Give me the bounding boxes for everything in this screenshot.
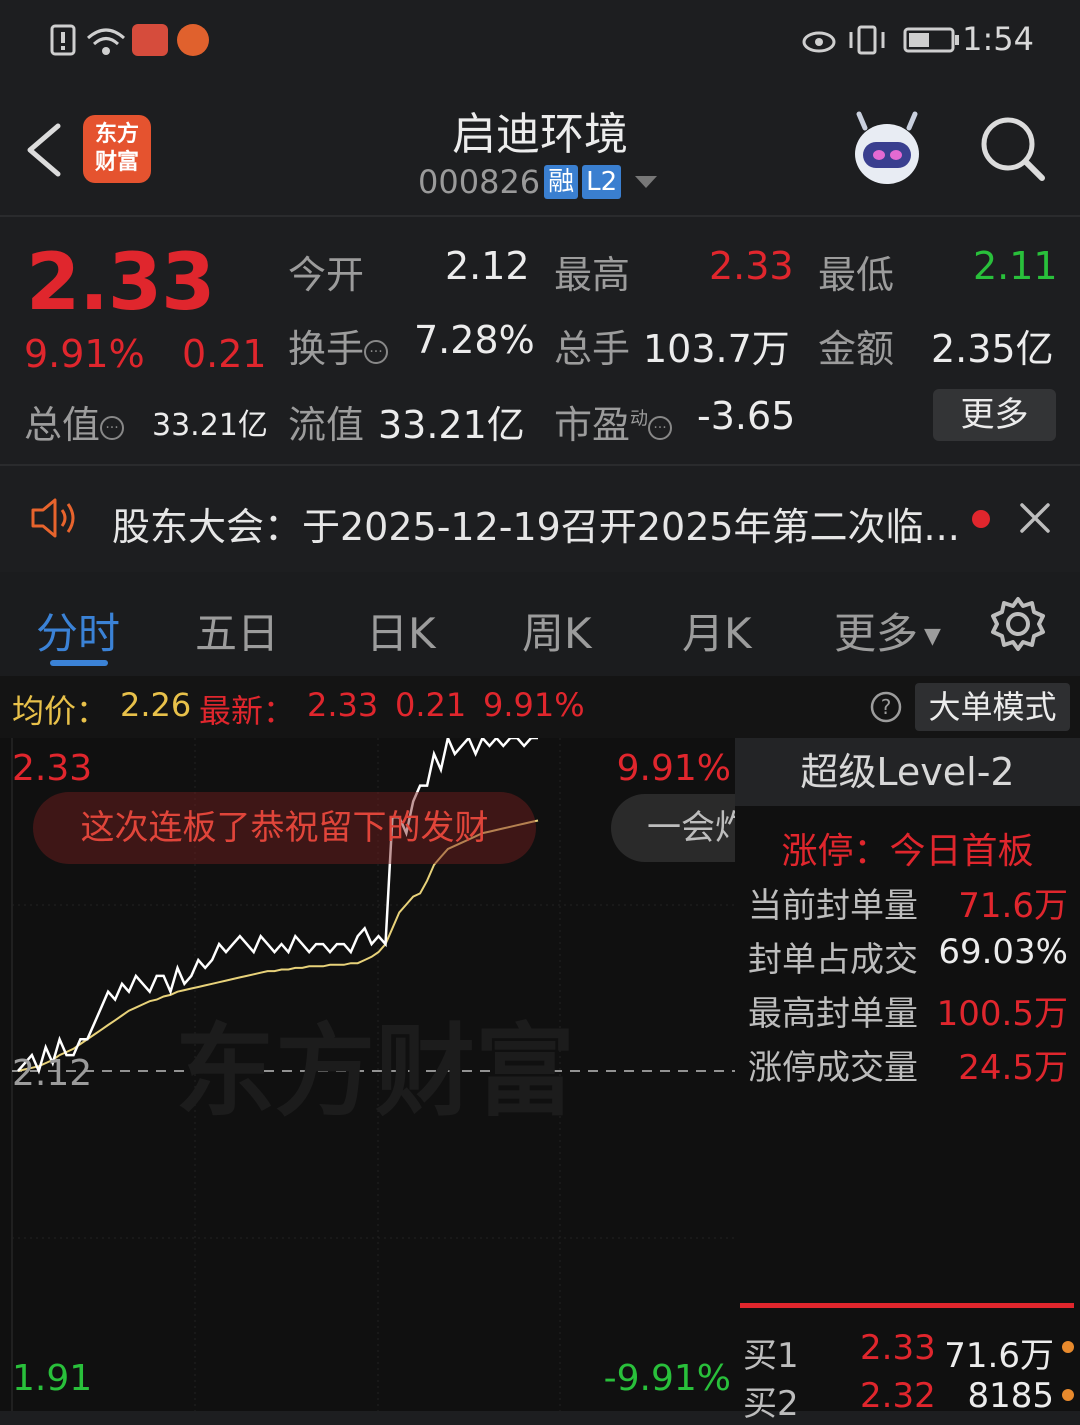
tab-five-day[interactable]: 五日: [195, 600, 279, 661]
low-label: 最低: [818, 253, 895, 297]
stock-code: 000826: [418, 163, 541, 201]
gear-icon[interactable]: [990, 596, 1046, 652]
y-bottom-label: 1.91: [12, 1358, 93, 1399]
divider: [0, 215, 1080, 217]
open-label: 今开: [288, 253, 365, 297]
bid1-label: 买1: [743, 1336, 799, 1376]
current-price: 2.33: [26, 238, 215, 328]
bid1-indicator: [1062, 1341, 1074, 1353]
bid-ask-divider: [740, 1303, 1074, 1308]
mktcap-label: 总值 ···: [24, 394, 125, 449]
pe-value: -3.65: [697, 394, 796, 438]
volume-value: 103.7万: [643, 327, 790, 371]
limit-up-status: 涨停：今日首板: [781, 831, 1034, 872]
stock-header: 东方 财富 启迪环境 000826 融 L2: [0, 82, 1080, 215]
y-top-label: 2.33: [12, 748, 93, 789]
active-tab-indicator: [50, 660, 108, 666]
open-value: 2.12: [445, 244, 530, 288]
pct-top-label: 9.91%: [616, 748, 731, 789]
bid1-volume: 71.6万: [944, 1336, 1054, 1376]
tab-intraday[interactable]: 分时: [36, 600, 120, 661]
huawei-app-icon: [132, 24, 168, 56]
bid2-price: 2.32: [860, 1376, 936, 1416]
status-time: 1:54: [962, 20, 1034, 58]
margin-tag: 融: [544, 165, 579, 199]
level2-title[interactable]: 超级Level-2: [735, 738, 1080, 806]
unread-dot: [972, 510, 990, 528]
level2-tag: L2: [582, 165, 622, 199]
close-icon[interactable]: [1019, 502, 1051, 534]
low-value: 2.11: [973, 244, 1058, 288]
amount-label: 金额: [818, 327, 895, 371]
tab-more[interactable]: 更多 ▼: [834, 600, 941, 661]
tab-weekly-k[interactable]: 周K: [522, 600, 592, 661]
limit-volume-label: 涨停成交量: [748, 1048, 918, 1088]
seal-volume-label: 当前封单量: [748, 886, 918, 926]
float-label: 流值: [288, 403, 365, 447]
amount-value: 2.35亿: [931, 327, 1054, 371]
status-bar: 1:54: [0, 0, 1080, 82]
intraday-chart[interactable]: 东方财富 2.33 2.12 1.91 9.91% -9.91% 这次连板了恭祝…: [0, 738, 735, 1411]
eye-comfort-icon: [802, 31, 836, 53]
bid1-price: 2.33: [860, 1328, 936, 1368]
latest-percent: 9.91%: [483, 686, 585, 724]
bid2-label: 买2: [743, 1384, 799, 1424]
speaker-icon: [31, 498, 75, 538]
tab-monthly-k[interactable]: 月K: [682, 600, 752, 661]
period-tabs: 分时 五日 日K 周K 月K 更多 ▼: [0, 572, 1080, 676]
avg-label: 均价：: [12, 692, 109, 730]
search-icon[interactable]: [978, 114, 1048, 184]
big-order-mode-button[interactable]: 大单模式: [915, 683, 1070, 731]
turnover-value: 7.28%: [414, 318, 535, 362]
max-seal-value: 100.5万: [936, 994, 1068, 1034]
vibrate-icon: [849, 25, 885, 55]
change-amount: 0.21: [182, 332, 267, 376]
avg-value: 2.26: [120, 686, 192, 724]
announcement-text: 股东大会：于2025-12-19召开2025年第二次临...: [112, 505, 960, 549]
seal-ratio-value: 69.03%: [938, 932, 1068, 972]
wifi-icon: [87, 28, 125, 55]
seal-ratio-label: 封单占成交: [748, 940, 918, 980]
pct-bottom-label: -9.91%: [603, 1358, 731, 1399]
tab-daily-k[interactable]: 日K: [366, 600, 436, 661]
seal-volume-value: 71.6万: [958, 886, 1068, 926]
comment-bubble[interactable]: 一会炸: [611, 794, 735, 862]
latest-change: 0.21: [395, 686, 467, 724]
info-dots-icon[interactable]: ···: [100, 415, 125, 440]
chart-info-bar: 均价： 2.26 最新： 2.33 0.21 9.91% ? 大单模式: [0, 676, 1080, 738]
high-value: 2.33: [709, 244, 794, 288]
robot-assistant-icon[interactable]: [845, 108, 929, 192]
sim-alert-icon: [50, 24, 76, 56]
more-button[interactable]: 更多: [933, 389, 1056, 441]
bid2-volume: 8185: [967, 1376, 1054, 1416]
chevron-down-icon[interactable]: [635, 176, 658, 188]
change-percent: 9.91%: [24, 332, 145, 376]
max-seal-label: 最高封单量: [748, 994, 918, 1034]
app-notification-icon: [177, 24, 209, 56]
mktcap-value: 33.21亿: [152, 408, 268, 443]
latest-value: 2.33: [307, 686, 379, 724]
caret-down-icon: ▼: [924, 624, 941, 649]
limit-volume-value: 24.5万: [958, 1048, 1068, 1088]
info-dots-icon[interactable]: ···: [648, 415, 673, 440]
turnover-label: 换手 ···: [288, 318, 389, 373]
svg-text:?: ?: [881, 695, 892, 719]
latest-label: 最新：: [199, 692, 296, 730]
pe-label: 市盈动 ···: [554, 394, 673, 449]
float-value: 33.21亿: [378, 403, 525, 447]
y-base-label: 2.12: [12, 1053, 93, 1094]
watermark: 东方财富: [175, 1013, 575, 1130]
help-icon[interactable]: ?: [869, 690, 903, 724]
info-dots-icon[interactable]: ···: [364, 339, 389, 364]
volume-label: 总手: [554, 327, 631, 371]
battery-icon: [903, 27, 959, 53]
stock-code-row[interactable]: 000826 融 L2: [418, 163, 658, 201]
high-label: 最高: [554, 253, 631, 297]
bid2-indicator: [1062, 1389, 1074, 1401]
comment-bubble[interactable]: 这次连板了恭祝留下的发财: [33, 792, 536, 864]
level2-panel: 超级Level-2 涨停：今日首板 当前封单量 71.6万 封单占成交 69.0…: [735, 738, 1080, 1424]
announcement-bar[interactable]: 股东大会：于2025-12-19召开2025年第二次临...: [0, 466, 1080, 570]
